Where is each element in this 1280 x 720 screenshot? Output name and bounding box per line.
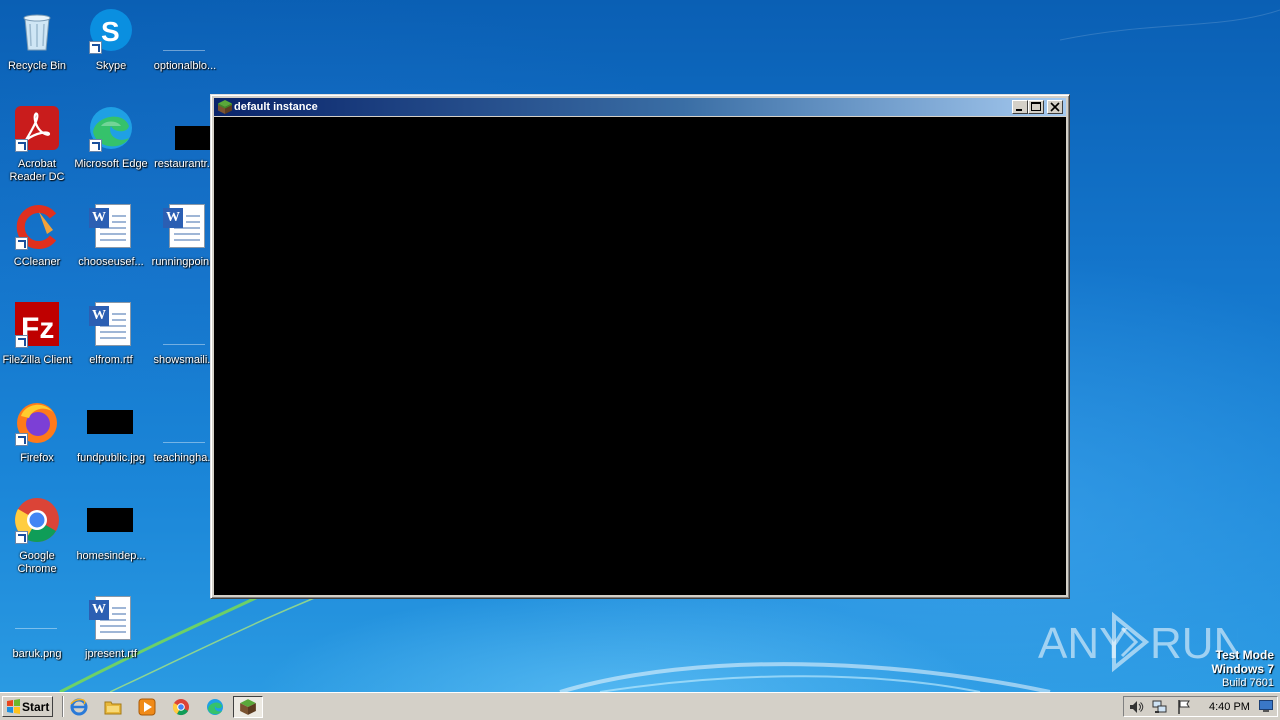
action-center-flag-icon[interactable] (1176, 699, 1192, 715)
icon-label: homesindep... (76, 550, 146, 562)
blank-file-icon (163, 442, 205, 443)
desktop-icon-filezilla[interactable]: Fz FileZilla Client (0, 300, 74, 367)
desktop-icon-optionalblo[interactable]: optionalblo... (148, 6, 222, 73)
desktop-icon-homesindep[interactable]: homesindep... (74, 496, 148, 563)
explorer-folder-icon[interactable] (104, 698, 122, 716)
desktop-icon-jpresent[interactable]: W jpresent.rtf (74, 594, 148, 661)
anyrun-logo: ANY RUN (1038, 611, 1245, 673)
shortcut-arrow-icon (15, 531, 28, 544)
shortcut-arrow-icon (15, 433, 28, 446)
shortcut-arrow-icon (15, 335, 28, 348)
window-client-area[interactable] (214, 117, 1066, 595)
image-thumb-icon (87, 410, 133, 434)
icon-label: elfrom.rtf (89, 354, 133, 366)
blank-file-icon (163, 50, 205, 51)
minimize-icon (1016, 109, 1022, 111)
icon-label: optionalblo... (153, 60, 217, 72)
network-icon[interactable] (1152, 699, 1168, 715)
window-title: default instance (234, 101, 318, 113)
minecraft-grass-block-icon (240, 699, 256, 715)
edge-icon[interactable] (206, 698, 224, 716)
close-icon (1050, 102, 1060, 112)
desktop-icon-edge[interactable]: Microsoft Edge (74, 104, 148, 171)
icon-label: Recycle Bin (7, 60, 67, 72)
close-button[interactable] (1047, 100, 1063, 114)
icon-label: chooseusef... (78, 256, 144, 268)
icon-label: Microsoft Edge (74, 158, 148, 170)
desktop-icon-recycle-bin[interactable]: Recycle Bin (0, 6, 74, 73)
icon-label: Acrobat Reader DC (9, 158, 65, 183)
clock[interactable]: 4:40 PM (1209, 700, 1250, 714)
os-label: Windows 7 (1211, 662, 1274, 676)
test-mode-label: Test Mode (1215, 648, 1274, 662)
windows-flag-icon (7, 699, 20, 714)
image-thumb-icon (87, 508, 133, 532)
shortcut-arrow-icon (89, 139, 102, 152)
recycle-bin-icon (23, 14, 51, 51)
svg-text:S: S (101, 16, 120, 47)
start-button[interactable]: Start (2, 696, 53, 717)
shortcut-arrow-icon (15, 237, 28, 250)
maximize-button[interactable] (1028, 100, 1044, 114)
taskbar: Start 4:40 PM (0, 692, 1280, 720)
desktop-icon-chooseusef[interactable]: W chooseusef... (74, 202, 148, 269)
desktop-icon-ccleaner[interactable]: CCleaner (0, 202, 74, 269)
test-mode-notice: Test Mode Windows 7 Build 7601 (1211, 648, 1274, 690)
desktop-icon-skype[interactable]: S Skype (74, 6, 148, 73)
volume-icon[interactable] (1128, 699, 1144, 715)
system-tray: 4:40 PM (1123, 696, 1278, 717)
anyrun-watermark: ANY RUN (1038, 608, 1245, 674)
icon-label: jpresent.rtf (85, 648, 137, 660)
blank-file-icon (163, 344, 205, 345)
build-label: Build 7601 (1222, 677, 1274, 689)
chrome-icon[interactable] (172, 698, 190, 716)
maximize-icon (1031, 102, 1041, 111)
icon-label: FileZilla Client (2, 354, 72, 366)
internet-explorer-icon[interactable] (70, 698, 88, 716)
icon-label: CCleaner (13, 256, 61, 268)
desktop-icon-firefox[interactable]: Firefox (0, 398, 74, 465)
taskbar-separator (62, 696, 64, 717)
shortcut-arrow-icon (15, 139, 28, 152)
window-titlebar[interactable]: default instance (214, 98, 1066, 116)
taskbar-task-default-instance[interactable] (233, 696, 263, 718)
icon-label: Skype (95, 60, 127, 72)
icon-label: baruk.png (12, 648, 62, 660)
blank-file-icon (15, 628, 57, 629)
desktop-icon-acrobat[interactable]: Acrobat Reader DC (0, 104, 74, 184)
show-desktop-icon[interactable] (1259, 700, 1273, 713)
app-window[interactable]: default instance (210, 94, 1070, 599)
media-player-icon[interactable] (138, 698, 156, 716)
desktop-icon-elfrom[interactable]: W elfrom.rtf (74, 300, 148, 367)
icon-label: Firefox (20, 452, 54, 464)
icon-label: fundpublic.jpg (77, 452, 145, 464)
shortcut-arrow-icon (89, 41, 102, 54)
minimize-button[interactable] (1012, 100, 1028, 114)
icon-label: Google Chrome (17, 550, 57, 575)
start-label: Start (22, 700, 50, 714)
desktop-icon-fundpublic[interactable]: fundpublic.jpg (74, 398, 148, 465)
minecraft-grass-block-icon (218, 100, 232, 114)
desktop-icon-chrome[interactable]: Google Chrome (0, 496, 74, 576)
desktop-icon-baruk[interactable]: baruk.png (0, 594, 74, 661)
